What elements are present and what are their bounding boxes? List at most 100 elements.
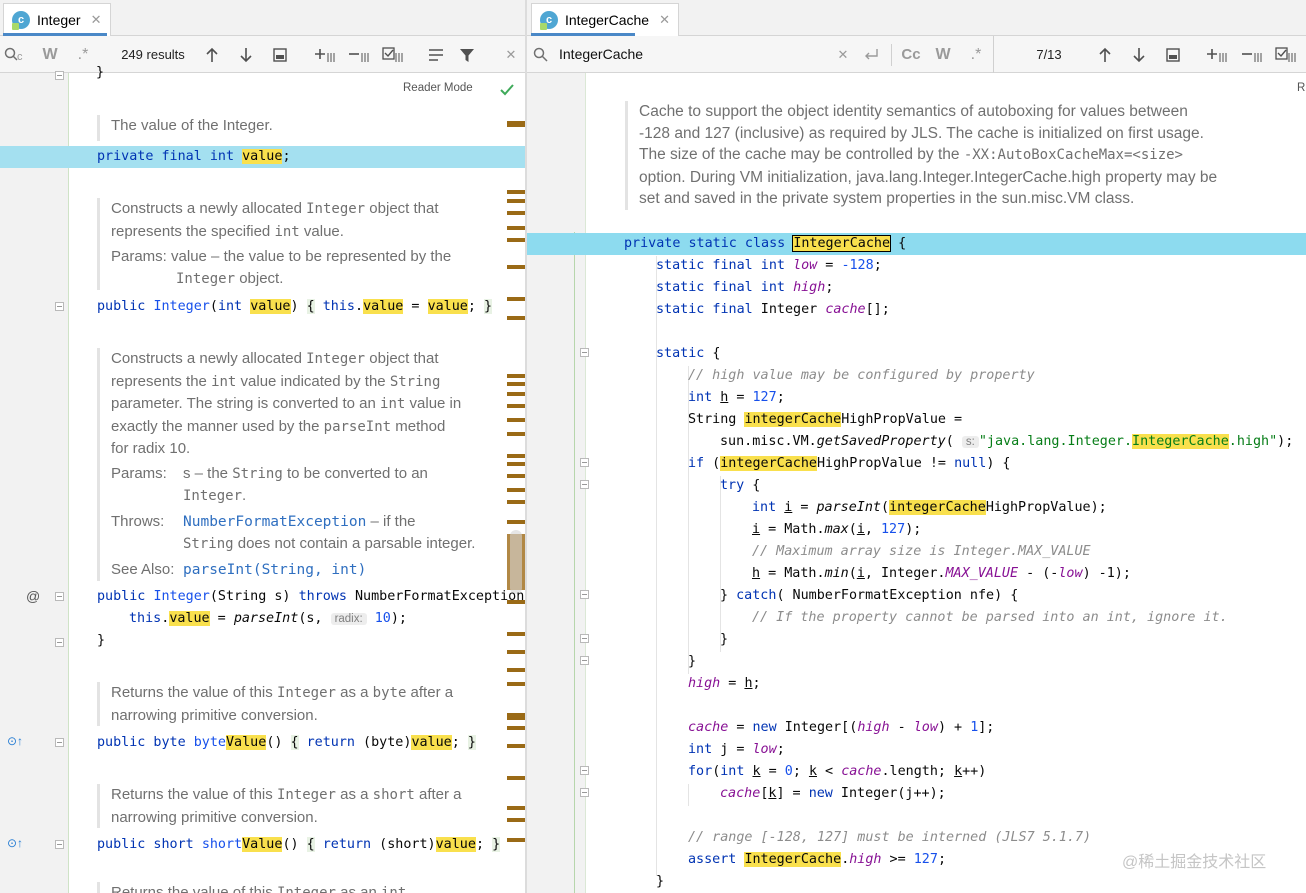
code-line[interactable]: public Integer(String s) throws NumberFo… bbox=[97, 586, 525, 608]
annotation-icon[interactable]: @ bbox=[26, 588, 40, 604]
code-line[interactable]: this.value = parseInt(s, radix: 10); bbox=[129, 608, 525, 630]
code-line[interactable]: sun.misc.VM.getSavedProperty( s: "java.la… bbox=[720, 431, 1306, 453]
code-line[interactable]: static { bbox=[656, 343, 1306, 365]
right-tab-integercache[interactable]: c IntegerCache ✕ bbox=[531, 3, 679, 36]
code-line[interactable]: i = Math.max(i, 127); bbox=[752, 519, 1306, 541]
javadoc-block: The value of the Integer. bbox=[97, 115, 497, 141]
class-icon: c bbox=[12, 11, 30, 30]
fold-icon[interactable] bbox=[580, 766, 589, 775]
javadoc-block: Returns the value of this Integer as an … bbox=[97, 882, 512, 893]
fold-icon[interactable] bbox=[55, 302, 64, 311]
code-line[interactable]: } bbox=[97, 630, 525, 652]
code-line[interactable]: } bbox=[720, 629, 1306, 651]
fold-icon[interactable] bbox=[580, 634, 589, 643]
left-tab-bar: c Integer ✕ bbox=[0, 0, 525, 36]
code-line[interactable]: static final int low = -128; bbox=[656, 255, 1306, 277]
code-line[interactable]: // range [-128, 127] must be interned (J… bbox=[688, 827, 1306, 849]
left-editor-pane: c Integer ✕ c W .* 249 results ✕ Reader … bbox=[0, 0, 525, 893]
code-line[interactable]: try { bbox=[720, 475, 1306, 497]
match-words-icon[interactable]: W bbox=[38, 36, 62, 73]
fold-icon[interactable] bbox=[580, 656, 589, 665]
fold-icon[interactable] bbox=[580, 788, 589, 797]
code-line[interactable]: int i = parseInt(integerCacheHighPropVal… bbox=[752, 497, 1306, 519]
implements-method-icon[interactable]: ⊙↑ bbox=[7, 734, 23, 748]
right-gutter bbox=[527, 73, 585, 893]
fold-icon[interactable] bbox=[55, 638, 64, 647]
fold-icon[interactable] bbox=[55, 71, 64, 80]
clear-search-icon[interactable]: ✕ bbox=[833, 36, 853, 73]
code-line[interactable]: private final int value; bbox=[97, 146, 525, 168]
add-occurrence-icon[interactable] bbox=[1204, 36, 1230, 73]
fold-icon[interactable] bbox=[580, 480, 589, 489]
results-count: 7/13 bbox=[1036, 47, 1062, 62]
close-icon[interactable]: ✕ bbox=[91, 12, 102, 28]
javadoc-block: Returns the value of this Integer as a b… bbox=[97, 682, 512, 726]
right-find-bar: IntegerCache ✕ Cc W .* 7/13 bbox=[527, 36, 1306, 73]
fold-icon[interactable] bbox=[580, 348, 589, 357]
class-icon: c bbox=[540, 11, 558, 30]
code-line[interactable]: } catch( NumberFormatException nfe) { bbox=[720, 585, 1306, 607]
javadoc-block: Cache to support the object identity sem… bbox=[625, 101, 1285, 210]
javadoc-block: Returns the value of this Integer as a s… bbox=[97, 784, 512, 828]
match-case-icon[interactable]: Cc bbox=[899, 36, 923, 73]
code-line[interactable]: // high value may be configured by prope… bbox=[688, 365, 1306, 387]
exception-link[interactable]: NumberFormatException bbox=[183, 514, 366, 530]
new-line-icon[interactable] bbox=[859, 36, 883, 73]
code-line[interactable]: for(int k = 0; k < cache.length; k++) bbox=[688, 761, 1306, 783]
regex-icon[interactable]: .* bbox=[72, 36, 94, 73]
remove-occurrence-icon[interactable] bbox=[1239, 36, 1265, 73]
check-icon[interactable] bbox=[499, 82, 515, 98]
left-tab-integer[interactable]: c Integer ✕ bbox=[3, 3, 111, 36]
parameter-hint: radix: bbox=[330, 613, 367, 625]
code-line[interactable]: } bbox=[96, 62, 525, 84]
code-line[interactable]: // Maximum array size is Integer.MAX_VAL… bbox=[752, 541, 1306, 563]
fold-icon[interactable] bbox=[580, 590, 589, 599]
doc-text: The value of the Integer. bbox=[111, 117, 273, 134]
search-input[interactable]: IntegerCache bbox=[559, 36, 643, 73]
javadoc-block: Constructs a newly allocated Integer obj… bbox=[97, 348, 512, 581]
code-line[interactable]: private static class IntegerCache { bbox=[624, 233, 1306, 255]
select-all-occurrences-icon[interactable] bbox=[1161, 36, 1185, 73]
tab-title: IntegerCache bbox=[565, 12, 650, 28]
see-also-link[interactable]: parseInt(String, int) bbox=[183, 562, 366, 578]
code-line[interactable]: } bbox=[656, 871, 1306, 893]
code-line[interactable]: cache = new Integer[(high - low) + 1]; bbox=[688, 717, 1306, 739]
parameter-hint: s: bbox=[961, 436, 979, 448]
next-occurrence-icon[interactable] bbox=[1127, 36, 1151, 73]
fold-icon[interactable] bbox=[55, 840, 64, 849]
change-marker bbox=[574, 232, 575, 893]
right-tab-bar: c IntegerCache ✕ bbox=[527, 0, 1306, 36]
tab-title: Integer bbox=[37, 12, 81, 28]
code-line[interactable]: high = h; bbox=[688, 673, 1306, 695]
search-icon[interactable] bbox=[531, 36, 551, 73]
previous-occurrence-icon[interactable] bbox=[1093, 36, 1117, 73]
right-editor-pane: c IntegerCache ✕ IntegerCache ✕ Cc W .* … bbox=[527, 0, 1306, 893]
code-line[interactable]: cache[k] = new Integer(j++); bbox=[720, 783, 1306, 805]
reader-mode-label[interactable]: R bbox=[1297, 82, 1305, 94]
svg-text:c: c bbox=[17, 51, 23, 63]
code-line[interactable]: } bbox=[688, 651, 1306, 673]
code-line[interactable]: String integerCacheHighPropValue = bbox=[688, 409, 1306, 431]
code-line[interactable]: public Integer(int value) { this.value =… bbox=[97, 296, 525, 318]
implements-method-icon[interactable]: ⊙↑ bbox=[7, 836, 23, 850]
match-words-icon[interactable]: W bbox=[931, 36, 955, 73]
code-line[interactable]: int h = 127; bbox=[688, 387, 1306, 409]
code-line[interactable]: // If the property cannot be parsed into… bbox=[752, 607, 1306, 629]
fold-icon[interactable] bbox=[55, 738, 64, 747]
fold-icon[interactable] bbox=[55, 592, 64, 601]
javadoc-block: Constructs a newly allocated Integer obj… bbox=[97, 198, 507, 290]
search-history-icon[interactable]: c bbox=[2, 36, 32, 73]
close-icon[interactable]: ✕ bbox=[659, 12, 670, 28]
code-line[interactable]: public byte byteValue() { return (byte)v… bbox=[97, 732, 525, 754]
watermark: @稀土掘金技术社区 bbox=[1122, 854, 1267, 871]
code-line[interactable]: static final int high; bbox=[656, 277, 1306, 299]
code-line[interactable]: int j = low; bbox=[688, 739, 1306, 761]
code-line[interactable]: static final Integer cache[]; bbox=[656, 299, 1306, 321]
code-line[interactable]: public short shortValue() { return (shor… bbox=[97, 834, 525, 856]
select-occurrences-icon[interactable] bbox=[1273, 36, 1299, 73]
code-line[interactable]: if (integerCacheHighPropValue != null) { bbox=[688, 453, 1306, 475]
regex-icon[interactable]: .* bbox=[965, 36, 987, 73]
left-gutter bbox=[0, 73, 68, 893]
code-line[interactable]: h = Math.min(i, Integer.MAX_VALUE - (-lo… bbox=[752, 563, 1306, 585]
fold-icon[interactable] bbox=[580, 458, 589, 467]
